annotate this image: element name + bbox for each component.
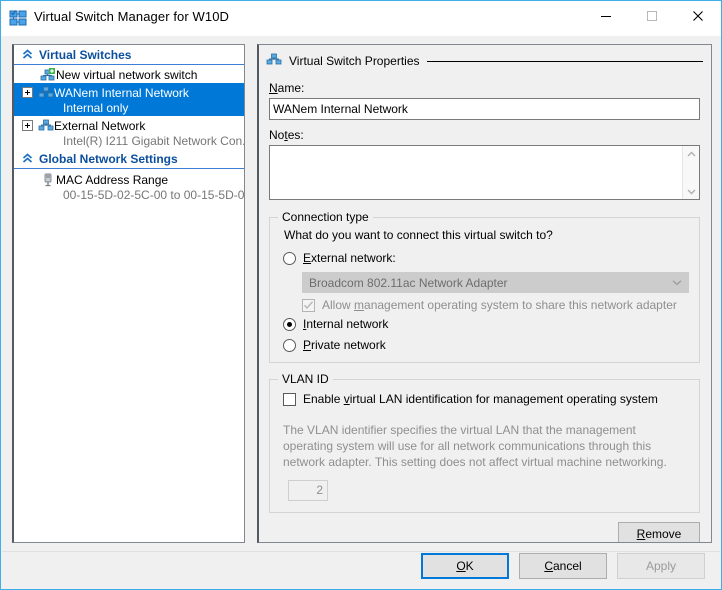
tree-section-virtual-switches[interactable]: Virtual Switches [14,45,244,65]
tree-section-label: Virtual Switches [39,47,132,62]
expand-icon[interactable] [22,120,33,131]
tree-item-label: External Network [54,118,146,133]
checkbox-icon [302,298,315,312]
connection-type-question: What do you want to connect this virtual… [284,228,553,242]
scroll-down-icon[interactable] [683,183,699,199]
tree-item-external-network[interactable]: External Network Intel(R) I211 Gigabit N… [14,116,244,149]
minimize-icon [601,16,611,17]
maximize-button[interactable] [629,1,675,31]
notes-field-wrapper [269,145,700,200]
vlan-id-group: VLAN ID Enable virtual LAN identificatio… [269,372,700,513]
remove-button[interactable]: Remove [618,522,700,542]
ok-button[interactable]: OK [421,553,509,579]
maximize-icon [647,11,657,21]
window-title: Virtual Switch Manager for W10D [34,9,230,24]
notes-input[interactable] [270,146,684,199]
tree-item-new-virtual-network-switch[interactable]: New virtual network switch [14,66,244,83]
expand-icon[interactable] [22,87,33,98]
chevron-up-icon [22,49,33,60]
notes-scrollbar[interactable] [682,146,699,199]
tree-item-sublabel: Internal only [63,101,129,115]
tree-item-sublabel: 00-15-5D-02-5C-00 to 00-15-5D-0... [63,188,245,202]
apply-button[interactable]: Apply [617,553,705,579]
virtual-switch-manager-window: Virtual Switch Manager for W10D Virtual … [0,0,722,590]
enable-vlan-label: Enable virtual LAN identification for ma… [303,392,658,406]
footer-divider [2,551,720,552]
vlan-description: The VLAN identifier specifies the virtua… [283,423,667,469]
tree-item-label: WANem Internal Network [54,85,189,100]
new-switch-icon [22,67,56,82]
properties-title: Virtual Switch Properties [289,54,420,68]
external-adapter-select[interactable]: Broadcom 802.11ac Network Adapter [302,272,689,293]
radio-icon [283,338,296,352]
tree-item-label: MAC Address Range [56,172,169,187]
switch-icon [37,119,54,132]
minimize-button[interactable] [583,1,629,31]
enable-vlan-checkbox[interactable]: Enable virtual LAN identification for ma… [283,391,658,407]
tree-section-label: Global Network Settings [39,151,178,166]
radio-label: Private network [303,338,386,352]
switch-icon [37,86,54,99]
notes-label: Notes: [269,128,304,142]
radio-external-network[interactable]: External network: [283,250,396,266]
switch-icon [266,53,282,69]
title-bar: Virtual Switch Manager for W10D [1,1,721,36]
tree-item-mac-address-range[interactable]: MAC Address Range 00-15-5D-02-5C-00 to 0… [14,170,244,203]
radio-label: Internal network [303,317,389,331]
tree-item-wanem-internal-network[interactable]: WANem Internal Network Internal only [14,83,244,116]
properties-header: Virtual Switch Properties [266,53,703,69]
mac-range-icon [22,173,56,187]
connection-type-title: Connection type [278,210,373,224]
connection-type-group: Connection type What do you want to conn… [269,210,700,363]
tree-item-sublabel: Intel(R) I211 Gigabit Network Con... [63,134,245,148]
virtual-switch-properties-pane: Virtual Switch Properties Name: Notes: C… [257,44,712,543]
virtual-switches-tree[interactable]: Virtual Switches New virtual network swi… [12,44,245,543]
header-divider [426,60,703,62]
chevron-down-icon [666,279,688,286]
vlan-id-title: VLAN ID [278,372,333,386]
checkbox-icon [283,392,296,406]
allow-management-checkbox: Allow management operating system to sha… [302,297,677,313]
radio-label: External network: [303,251,396,265]
cancel-button[interactable]: Cancel [519,553,607,579]
chevron-up-icon [22,153,33,164]
radio-internal-network[interactable]: Internal network [283,316,388,332]
radio-icon [283,317,296,331]
allow-management-label: Allow management operating system to sha… [322,298,677,312]
close-button[interactable] [675,1,721,31]
external-adapter-value: Broadcom 802.11ac Network Adapter [309,275,508,290]
close-icon [693,11,703,21]
tree-item-label: New virtual network switch [56,67,198,82]
radio-icon [283,251,296,265]
name-label: Name: [269,81,305,95]
tree-section-global-network-settings[interactable]: Global Network Settings [14,149,244,169]
radio-private-network[interactable]: Private network [283,337,386,353]
vlan-id-stepper: 2 [288,480,328,501]
name-input[interactable] [269,98,700,120]
scroll-up-icon[interactable] [683,146,699,162]
hyperv-switch-icon [9,9,27,27]
